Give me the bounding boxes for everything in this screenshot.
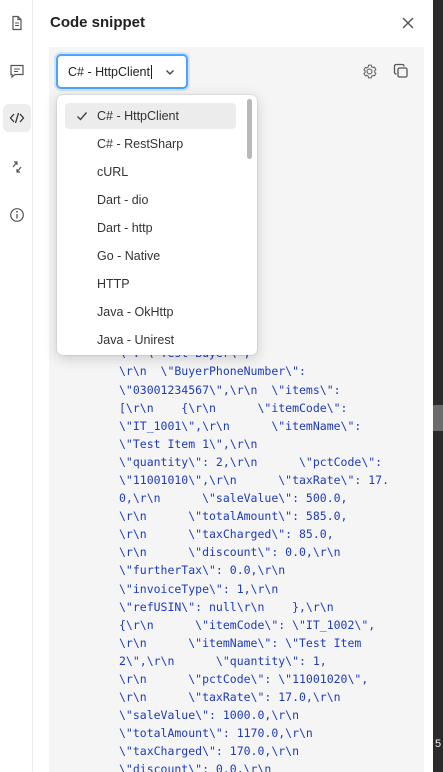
copy-button[interactable] [391,61,411,81]
code-line: \"quantity\": 2,\r\n \"pctCode\": [119,454,383,469]
language-select[interactable]: C# - HttpClient [56,54,188,89]
code-line: \"invoiceType\": 1,\r\n [119,581,279,596]
code-line: \"refUSIN\": null\r\n },\r\n [119,599,334,614]
dropdown-option[interactable]: cURL [65,159,236,185]
language-dropdown: C# - HttpClient C# - RestSharp cURL Dart - … [57,95,257,355]
code-line: \r\n \"pctCode\": \"11001020\", [119,672,369,686]
code-line: \r\n \"taxRate\": 17.0,\r\n [119,690,341,705]
dropdown-option[interactable]: C# - RestSharp [65,131,236,157]
dropdown-option[interactable]: Java - Unirest [65,327,236,353]
dropdown-option-label: HTTP [97,277,130,291]
settings-button[interactable] [359,61,379,81]
edge-scroll-mark [433,405,443,431]
code-line: {\r\n \"itemCode\": \"IT_1002\", [119,617,376,632]
dropdown-option[interactable]: Dart - dio [65,187,236,213]
dropdown-option-label: C# - HttpClient [97,109,179,123]
dropdown-option[interactable]: Dart - http [65,215,236,241]
check-icon [77,112,88,121]
dropdown-option-label: Go - Native [97,249,161,263]
dropdown-option[interactable]: C# - HttpClient [65,103,236,129]
text-cursor [150,64,152,79]
dropdown-option[interactable]: HTTP [65,271,236,297]
close-icon [402,17,414,29]
dropdown-option[interactable]: Go - Native [65,243,236,269]
dropdown-option-label: cURL [97,165,129,179]
dropdown-option[interactable]: Java - OkHttp [65,299,236,325]
gear-icon [362,64,377,78]
code-line: \r\n \"taxCharged\": 85.0, [119,527,334,542]
info-icon [10,208,24,222]
code-icon [9,112,25,124]
dropdown-option-label: C# - RestSharp [97,137,184,151]
comment-icon-button[interactable] [3,57,31,85]
code-line: \"Test Item 1\",\r\n [119,436,258,451]
dropdown-option-label: Java - Unirest [97,333,175,347]
code-line: [\r\n {\r\n \"itemCode\": [119,400,348,415]
link-icon [12,161,22,173]
chevron-down-icon [166,70,174,75]
document-icon-button[interactable] [3,9,31,37]
left-rail [0,0,33,772]
panel-title: Code snippet [50,14,146,31]
code-icon-button[interactable] [3,104,31,132]
copy-icon [393,63,408,78]
link-icon-button[interactable] [3,153,31,181]
code-line: \r\n \"BuyerPhoneNumber\": [119,364,306,379]
code-line: 2\",\r\n \"quantity\": 1, [119,653,327,668]
info-icon-button[interactable] [3,201,31,229]
code-line: 0,\r\n \"saleValue\": 500.0, [119,491,348,506]
edge-text: 5 [435,738,442,750]
dropdown-option-label: Java - OkHttp [97,305,174,319]
dropdown-option-label: Dart - dio [97,193,149,207]
code-line: \"discount\": 0.0,\r\n [119,762,272,772]
right-edge: 5 [433,0,443,772]
document-icon [12,15,22,31]
code-line: \"furtherTax\": 0.0,\r\n [119,563,286,578]
code-line: \r\n \"discount\": 0.0,\r\n [119,545,341,560]
dropdown-option-label: Dart - http [97,221,153,235]
language-select-value: C# - HttpClient [68,64,150,79]
code-line: \"11001010\",\r\n \"taxRate\": 17. [119,472,390,487]
code-line: \r\n \"totalAmount\": 585.0, [119,509,348,524]
code-line: \"taxCharged\": 170.0,\r\n [119,744,300,759]
dropdown-scrollbar[interactable] [247,99,252,159]
code-line: \r\n \"itemName\": \"Test Item [119,635,362,650]
code-line: \"IT_1001\",\r\n \"itemName\": [119,418,362,433]
close-button[interactable] [398,13,418,33]
code-line: \"03001234567\",\r\n \"items\": [119,382,341,397]
edge-dark-strip [433,0,443,772]
code-line: \"saleValue\": 1000.0,\r\n [119,708,300,723]
code-line: \"totalAmount\": 1170.0,\r\n [119,726,313,741]
comment-icon [10,64,24,79]
